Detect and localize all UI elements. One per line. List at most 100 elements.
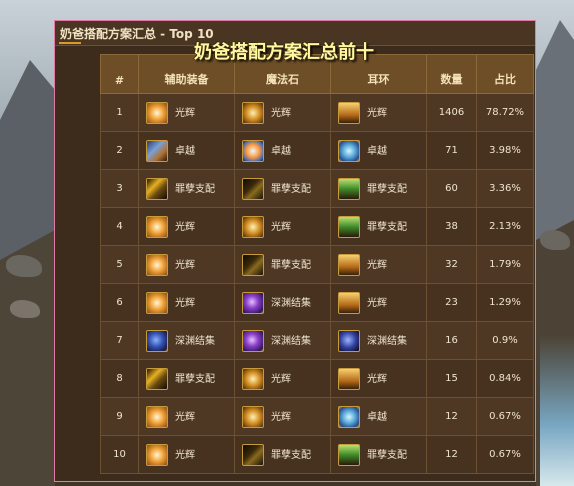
count-cell: 12 bbox=[426, 435, 477, 474]
subequip-cell: 光辉 bbox=[138, 93, 235, 132]
abyss-icon bbox=[146, 329, 168, 352]
count-cell: 71 bbox=[426, 131, 477, 170]
magic-stone-cell: 罪孽支配 bbox=[234, 169, 331, 208]
glory-magic-stone-icon bbox=[242, 367, 264, 390]
supreme-icon bbox=[146, 139, 168, 162]
subequip-label: 光辉 bbox=[175, 449, 195, 461]
percent-cell: 3.98% bbox=[476, 131, 534, 170]
count-cell: 38 bbox=[426, 207, 477, 246]
magic-stone-cell: 光辉 bbox=[234, 207, 331, 246]
ranking-table-container: # 辅助装备 魔法石 耳环 数量 占比 1 光辉 光辉 光辉 1406 78.72% 2 卓越… bbox=[100, 54, 534, 474]
earring-cell: 卓越 bbox=[330, 397, 427, 436]
magic-stone-cell: 光辉 bbox=[234, 359, 331, 398]
earring-label: 光辉 bbox=[367, 373, 387, 385]
subequip-cell: 罪孽支配 bbox=[138, 359, 235, 398]
magic-stone-cell: 深渊结集 bbox=[234, 283, 331, 322]
table-row: 3 罪孽支配 罪孽支配 罪孽支配 60 3.36% bbox=[100, 169, 534, 208]
sin-icon bbox=[146, 177, 168, 200]
percent-cell: 1.29% bbox=[476, 283, 534, 322]
glory-magic-stone-icon bbox=[242, 101, 264, 124]
count-cell: 23 bbox=[426, 283, 477, 322]
earring-label: 卓越 bbox=[367, 145, 387, 157]
table-row: 9 光辉 光辉 卓越 12 0.67% bbox=[100, 397, 534, 436]
subequip-cell: 光辉 bbox=[138, 245, 235, 284]
earring-label: 光辉 bbox=[367, 297, 387, 309]
subequip-label: 光辉 bbox=[175, 411, 195, 423]
subequip-cell: 光辉 bbox=[138, 397, 235, 436]
earring-cell: 光辉 bbox=[330, 245, 427, 284]
glory-magic-stone-icon bbox=[242, 215, 264, 238]
subequip-label: 光辉 bbox=[175, 107, 195, 119]
abyss-magic-stone-icon bbox=[242, 329, 264, 352]
portal-glow bbox=[540, 336, 574, 486]
sin-magic-stone-icon bbox=[242, 177, 264, 200]
subequip-cell: 光辉 bbox=[138, 207, 235, 246]
magic-stone-cell: 光辉 bbox=[234, 397, 331, 436]
earring-cell: 光辉 bbox=[330, 93, 427, 132]
percent-cell: 1.79% bbox=[476, 245, 534, 284]
rank-cell: 4 bbox=[100, 207, 139, 246]
rank-cell: 7 bbox=[100, 321, 139, 360]
magic-stone-cell: 光辉 bbox=[234, 93, 331, 132]
title-accent-bar bbox=[59, 42, 81, 44]
magic-stone-label: 光辉 bbox=[271, 373, 291, 385]
magic-stone-cell: 罪孽支配 bbox=[234, 245, 331, 284]
percent-cell: 78.72% bbox=[476, 93, 534, 132]
rank-cell: 9 bbox=[100, 397, 139, 436]
earring-label: 罪孽支配 bbox=[367, 449, 407, 461]
earring-cell: 光辉 bbox=[330, 283, 427, 322]
column-header-percent: 占比 bbox=[476, 54, 534, 94]
column-header-count: 数量 bbox=[426, 54, 477, 94]
count-cell: 16 bbox=[426, 321, 477, 360]
magic-stone-label: 深渊结集 bbox=[271, 297, 311, 309]
table-row: 8 罪孽支配 光辉 光辉 15 0.84% bbox=[100, 359, 534, 398]
magic-stone-label: 罪孽支配 bbox=[271, 449, 311, 461]
earring-cell: 罪孽支配 bbox=[330, 169, 427, 208]
magic-stone-cell: 罪孽支配 bbox=[234, 435, 331, 474]
rank-cell: 5 bbox=[100, 245, 139, 284]
magic-stone-cell: 深渊结集 bbox=[234, 321, 331, 360]
table-row: 6 光辉 深渊结集 光辉 23 1.29% bbox=[100, 283, 534, 322]
supreme-earring-icon bbox=[338, 139, 360, 162]
earring-cell: 卓越 bbox=[330, 131, 427, 170]
percent-cell: 0.9% bbox=[476, 321, 534, 360]
ranking-table: # 辅助装备 魔法石 耳环 数量 占比 1 光辉 光辉 光辉 1406 78.72% 2 卓越… bbox=[100, 54, 534, 474]
subequip-label: 光辉 bbox=[175, 221, 195, 233]
table-row: 1 光辉 光辉 光辉 1406 78.72% bbox=[100, 93, 534, 132]
earring-label: 光辉 bbox=[367, 259, 387, 271]
table-body: 1 光辉 光辉 光辉 1406 78.72% 2 卓越 卓越 卓越 71 3.98% 3 罪孽支配 罪孽支配… bbox=[100, 93, 534, 474]
count-cell: 1406 bbox=[426, 93, 477, 132]
count-cell: 15 bbox=[426, 359, 477, 398]
summary-window: 奶爸搭配方案汇总 - Top 10 # 辅助装备 魔法石 耳环 数量 占比 1光… bbox=[54, 20, 536, 482]
count-cell: 32 bbox=[426, 245, 477, 284]
magic-stone-label: 光辉 bbox=[271, 411, 291, 423]
glory-icon bbox=[146, 253, 168, 276]
earring-label: 卓越 bbox=[367, 411, 387, 423]
sin-magic-stone-icon bbox=[242, 253, 264, 276]
earring-label: 光辉 bbox=[367, 107, 387, 119]
magic-stone-label: 光辉 bbox=[271, 221, 291, 233]
magic-stone-label: 罪孽支配 bbox=[271, 183, 311, 195]
glory-earring-icon bbox=[338, 291, 360, 314]
table-row: 7 深渊结集 深渊结集 深渊结集 16 0.9% bbox=[100, 321, 534, 360]
sin-icon bbox=[146, 367, 168, 390]
overlay-title: 奶爸搭配方案汇总前十 bbox=[194, 42, 374, 63]
supreme-earring-icon bbox=[338, 405, 360, 428]
glory-icon bbox=[146, 291, 168, 314]
subequip-label: 光辉 bbox=[175, 297, 195, 309]
column-header-rank: # bbox=[100, 54, 139, 94]
magic-stone-label: 罪孽支配 bbox=[271, 259, 311, 271]
glory-earring-icon bbox=[338, 101, 360, 124]
magic-stone-label: 卓越 bbox=[271, 145, 291, 157]
supreme-magic-stone-icon bbox=[242, 139, 264, 162]
table-row: 10 光辉 罪孽支配 罪孽支配 12 0.67% bbox=[100, 435, 534, 474]
subequip-cell: 罪孽支配 bbox=[138, 169, 235, 208]
glory-icon bbox=[146, 405, 168, 428]
magic-stone-label: 光辉 bbox=[271, 107, 291, 119]
glory-icon bbox=[146, 101, 168, 124]
table-row: 4 光辉 光辉 罪孽支配 38 2.13% bbox=[100, 207, 534, 246]
count-cell: 60 bbox=[426, 169, 477, 208]
subequip-cell: 光辉 bbox=[138, 283, 235, 322]
rank-cell: 3 bbox=[100, 169, 139, 208]
table-row: 5 光辉 罪孽支配 光辉 32 1.79% bbox=[100, 245, 534, 284]
